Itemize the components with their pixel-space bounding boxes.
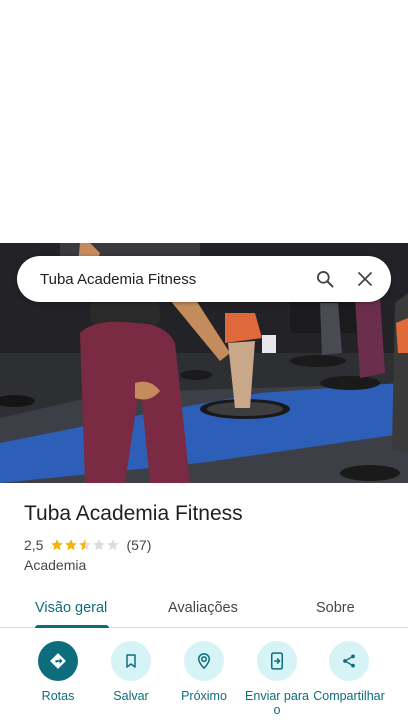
star-full-icon bbox=[51, 539, 64, 551]
send-to-phone-label: Enviar para o bbox=[245, 689, 309, 717]
place-tabs: Visão geral Avaliações Sobre bbox=[0, 587, 408, 628]
review-count: (57) bbox=[126, 537, 152, 553]
save-button[interactable]: Salvar bbox=[95, 641, 167, 703]
star-rating bbox=[50, 538, 120, 552]
share-button[interactable]: Compartilhar bbox=[313, 641, 385, 703]
tab-about[interactable]: Sobre bbox=[316, 600, 355, 616]
nearby-label: Próximo bbox=[181, 689, 227, 703]
place-category: Academia bbox=[24, 557, 87, 573]
send-to-phone-icon bbox=[257, 641, 297, 681]
directions-label: Rotas bbox=[41, 689, 75, 703]
place-title: Tuba Academia Fitness bbox=[24, 502, 243, 525]
star-full-icon bbox=[65, 539, 78, 551]
tab-overview[interactable]: Visão geral bbox=[35, 600, 107, 616]
directions-button[interactable]: Rotas bbox=[22, 641, 94, 703]
rating-value: 2,5 bbox=[24, 537, 44, 553]
search-input[interactable]: Tuba Academia Fitness bbox=[40, 271, 310, 288]
share-label: Compartilhar bbox=[313, 689, 385, 703]
bookmark-icon bbox=[111, 641, 151, 681]
star-empty-icon bbox=[107, 539, 120, 551]
action-buttons: Rotas Salvar Próximo Enviar para o Compa… bbox=[0, 641, 408, 726]
send-to-phone-button[interactable]: Enviar para o bbox=[241, 641, 313, 717]
search-icon[interactable] bbox=[310, 264, 340, 294]
star-empty-icon bbox=[93, 539, 106, 551]
search-bar[interactable]: Tuba Academia Fitness bbox=[17, 256, 391, 302]
rating-row[interactable]: 2,5 (57) bbox=[24, 537, 151, 553]
directions-icon bbox=[38, 641, 78, 681]
tab-reviews[interactable]: Avaliações bbox=[168, 600, 238, 616]
map-blank-area bbox=[0, 0, 408, 243]
nearby-button[interactable]: Próximo bbox=[168, 641, 240, 703]
share-icon bbox=[329, 641, 369, 681]
place-details-sheet: Tuba Academia Fitness 2,5 (57) Academia … bbox=[0, 483, 408, 726]
save-label: Salvar bbox=[113, 689, 149, 703]
nearby-icon bbox=[184, 641, 224, 681]
active-tab-indicator bbox=[35, 625, 109, 628]
close-icon[interactable] bbox=[350, 264, 380, 294]
star-half-icon bbox=[79, 539, 92, 551]
